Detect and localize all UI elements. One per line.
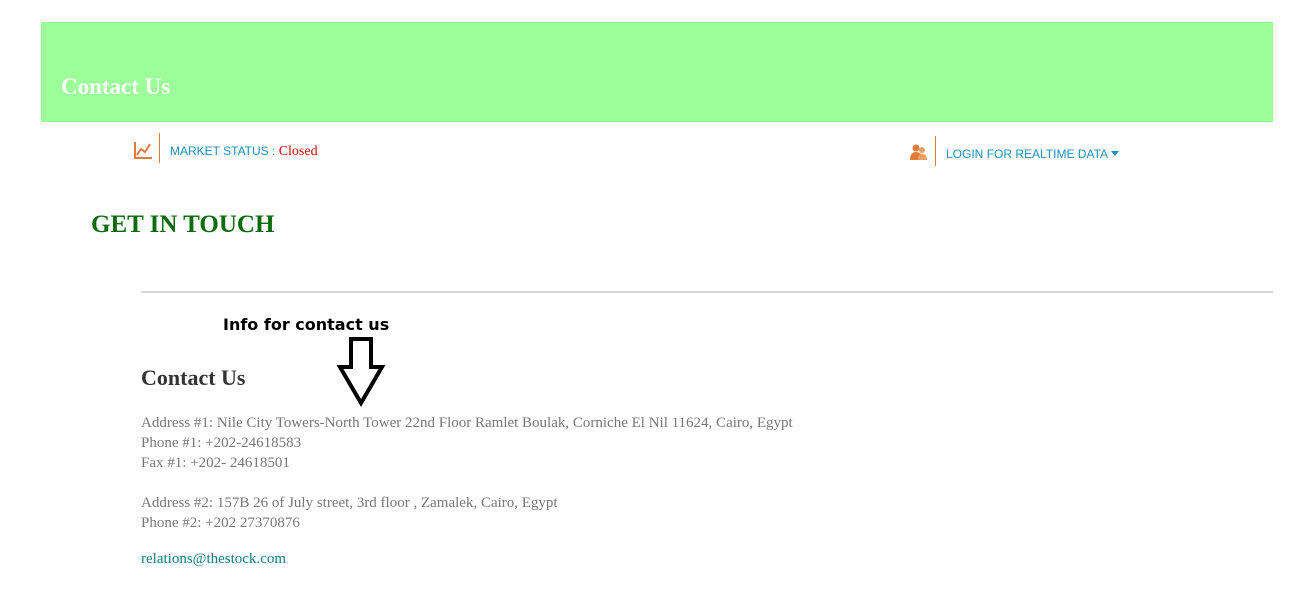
market-status: MARKET STATUS : Closed xyxy=(170,144,318,160)
users-icon[interactable] xyxy=(910,143,928,161)
contact-heading: Contact Us xyxy=(141,365,246,390)
caret-down-icon[interactable] xyxy=(1111,151,1120,156)
market-status-label: MARKET STATUS : xyxy=(170,144,276,158)
market-status-value: Closed xyxy=(278,144,318,159)
status-divider xyxy=(159,133,160,163)
address-2: Address #2: 157B 26 of July street, 3rd … xyxy=(141,495,558,511)
fax-1: Fax #1: +202- 24618501 xyxy=(141,455,290,471)
phone-1: Phone #1: +202-24618583 xyxy=(141,435,302,451)
line-chart-icon xyxy=(133,140,153,160)
phone-2: Phone #2: +202 27370876 xyxy=(141,515,300,531)
login-divider xyxy=(935,136,936,166)
page-title: Contact Us xyxy=(61,74,171,99)
email-link[interactable]: relations@thestock.com xyxy=(141,551,286,568)
login-label[interactable]: LOGIN FOR REALTIME DATA xyxy=(946,147,1108,161)
header-banner: Contact Us xyxy=(41,22,1273,122)
section-title: GET IN TOUCH xyxy=(91,211,275,238)
login-dropdown[interactable]: LOGIN FOR REALTIME DATA xyxy=(946,147,1120,161)
status-bar: MARKET STATUS : Closed LOGIN FOR REALTIM… xyxy=(0,133,1297,169)
annotation-label: Info for contact us xyxy=(223,315,390,334)
divider xyxy=(141,291,1273,293)
down-arrow-icon xyxy=(336,337,386,407)
address-1: Address #1: Nile City Towers-North Tower… xyxy=(141,415,793,431)
